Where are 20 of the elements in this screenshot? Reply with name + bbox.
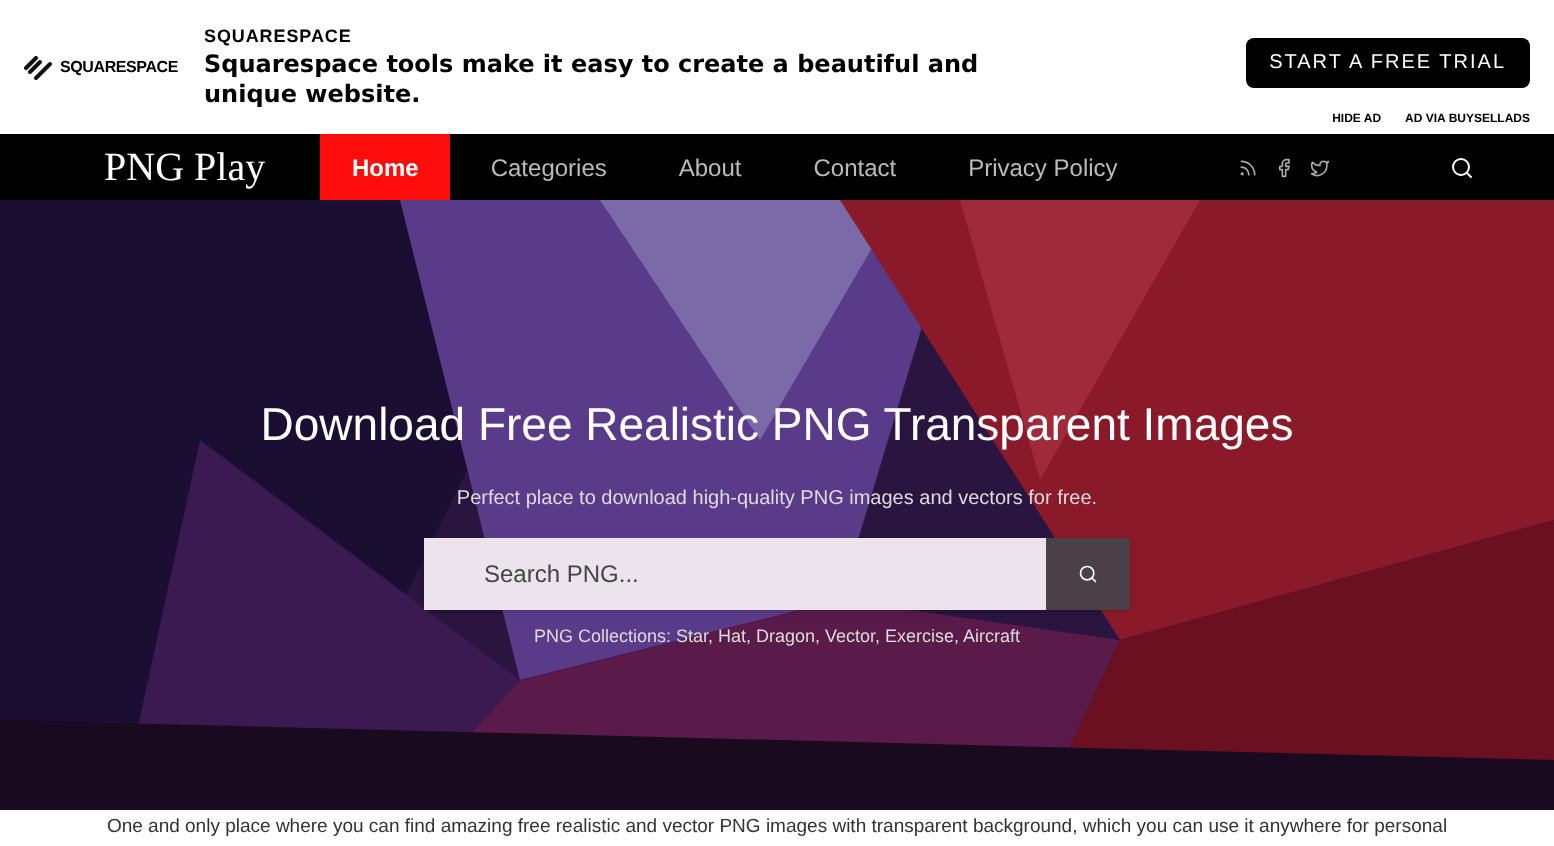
rss-icon[interactable] (1238, 157, 1258, 177)
intro-text: One and only place where you can find amazing free realistic and vector PNG images with transparent background, which you can use it anywhere for personal (106, 813, 1448, 842)
site-brand[interactable]: PNG Play (0, 137, 320, 197)
hero-subtitle: Perfect place to download high-quality PNG images and vectors for free. (456, 485, 1098, 513)
collections-text: PNG Collections: Star, Hat, Dragon, Vector, Exercise, Aircraft (533, 623, 1021, 650)
search-icon (1078, 563, 1098, 583)
nav-link[interactable]: About (646, 134, 774, 200)
hero-title: Download Free Realistic PNG Transparent Images (260, 396, 1294, 454)
facebook-icon[interactable] (1274, 157, 1294, 177)
free-trial-button[interactable]: START A FREE TRIAL (1245, 37, 1530, 87)
nav-link[interactable]: Privacy Policy (936, 134, 1150, 200)
ad-logo: SQUARESPACE (60, 55, 178, 79)
nav-link[interactable]: Categories (458, 134, 639, 200)
ad-text: Squarespace tools make it easy to create a beautiful and unique website. (204, 50, 981, 111)
ad-title: SQUARESPACE (204, 23, 354, 50)
search-icon[interactable] (1450, 155, 1474, 179)
nav-link[interactable]: Home (320, 134, 451, 200)
logo-icon (24, 55, 52, 79)
twitter-icon[interactable] (1310, 157, 1330, 177)
nav-link[interactable]: Contact (781, 134, 929, 200)
